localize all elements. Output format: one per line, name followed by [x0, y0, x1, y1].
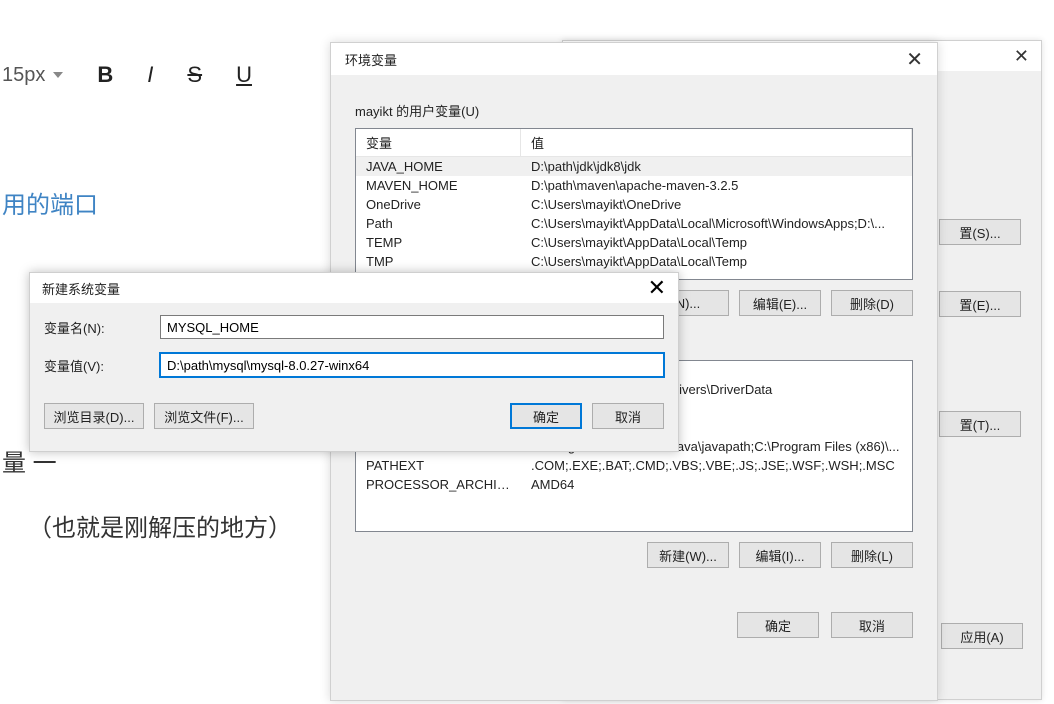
- env-okcancel: 确定 取消: [331, 612, 913, 638]
- user-vars-list[interactable]: 变量 值 JAVA_HOMED:\path\jdk\jdk8\jdk MAVEN…: [355, 128, 913, 280]
- bold-button[interactable]: B: [97, 62, 113, 88]
- varvalue-input[interactable]: [160, 353, 664, 377]
- browse-file-button[interactable]: 浏览文件(F)...: [154, 403, 254, 429]
- env-ok-button[interactable]: 确定: [737, 612, 819, 638]
- table-row[interactable]: TMPC:\Users\mayikt\AppData\Local\Temp: [356, 252, 912, 271]
- strike-button[interactable]: S: [187, 62, 202, 88]
- list-header: 变量 值: [356, 129, 912, 157]
- varname-label: 变量名(N):: [44, 318, 160, 337]
- apply-button[interactable]: 应用(A): [941, 623, 1023, 649]
- sys-btn-row: 新建(W)... 编辑(I)... 删除(L): [331, 542, 913, 568]
- close-icon[interactable]: ✕: [1014, 46, 1029, 67]
- new-system-var-dialog: 新建系统变量 ✕ 变量名(N): 变量值(V): 浏览目录(D)... 浏览文件…: [29, 272, 679, 452]
- table-row[interactable]: PROCESSOR_ARCHITECT...AMD64: [356, 475, 912, 494]
- col-val[interactable]: 值: [521, 129, 912, 156]
- table-row[interactable]: PathC:\Users\mayikt\AppData\Local\Micros…: [356, 214, 912, 233]
- table-row[interactable]: MAVEN_HOMED:\path\maven\apache-maven-3.2…: [356, 176, 912, 195]
- browse-dir-button[interactable]: 浏览目录(D)...: [44, 403, 144, 429]
- sys-edit-button[interactable]: 编辑(I)...: [739, 542, 821, 568]
- fontsize-select[interactable]: 15px: [2, 64, 63, 87]
- table-row[interactable]: TEMPC:\Users\mayikt\AppData\Local\Temp: [356, 233, 912, 252]
- env-title: 环境变量: [345, 50, 397, 69]
- env-titlebar: 环境变量 ✕: [331, 43, 937, 75]
- user-delete-button[interactable]: 删除(D): [831, 290, 913, 316]
- user-vars-label: mayikt 的用户变量(U): [355, 101, 937, 120]
- sys-new-button[interactable]: 新建(W)...: [647, 542, 729, 568]
- chevron-down-icon: [53, 72, 63, 78]
- varvalue-label: 变量值(V):: [44, 356, 160, 375]
- bg-text-note: （也就是刚解压的地方）: [28, 508, 292, 543]
- newvar-title: 新建系统变量: [42, 279, 120, 298]
- newvar-titlebar: 新建系统变量 ✕: [30, 273, 678, 303]
- underline-button[interactable]: U: [236, 62, 252, 88]
- sys-delete-button[interactable]: 删除(L): [831, 542, 913, 568]
- close-icon[interactable]: ✕: [906, 47, 923, 72]
- col-var[interactable]: 变量: [356, 129, 521, 156]
- varname-input[interactable]: [160, 315, 664, 339]
- settings-s-button[interactable]: 置(S)...: [939, 219, 1021, 245]
- italic-button[interactable]: I: [147, 62, 153, 88]
- newvar-ok-button[interactable]: 确定: [510, 403, 582, 429]
- newvar-cancel-button[interactable]: 取消: [592, 403, 664, 429]
- table-row[interactable]: OneDriveC:\Users\mayikt\OneDrive: [356, 195, 912, 214]
- editor-toolbar: 15px B I S U: [0, 45, 252, 105]
- user-edit-button[interactable]: 编辑(E)...: [739, 290, 821, 316]
- bg-text-port: 用的端口: [2, 185, 98, 220]
- env-cancel-button[interactable]: 取消: [831, 612, 913, 638]
- table-row[interactable]: JAVA_HOMED:\path\jdk\jdk8\jdk: [356, 157, 912, 176]
- close-icon[interactable]: ✕: [648, 275, 666, 301]
- settings-e-button[interactable]: 置(E)...: [939, 291, 1021, 317]
- fontsize-value: 15px: [2, 64, 45, 87]
- settings-t-button[interactable]: 置(T)...: [939, 411, 1021, 437]
- table-row[interactable]: PATHEXT.COM;.EXE;.BAT;.CMD;.VBS;.VBE;.JS…: [356, 456, 912, 475]
